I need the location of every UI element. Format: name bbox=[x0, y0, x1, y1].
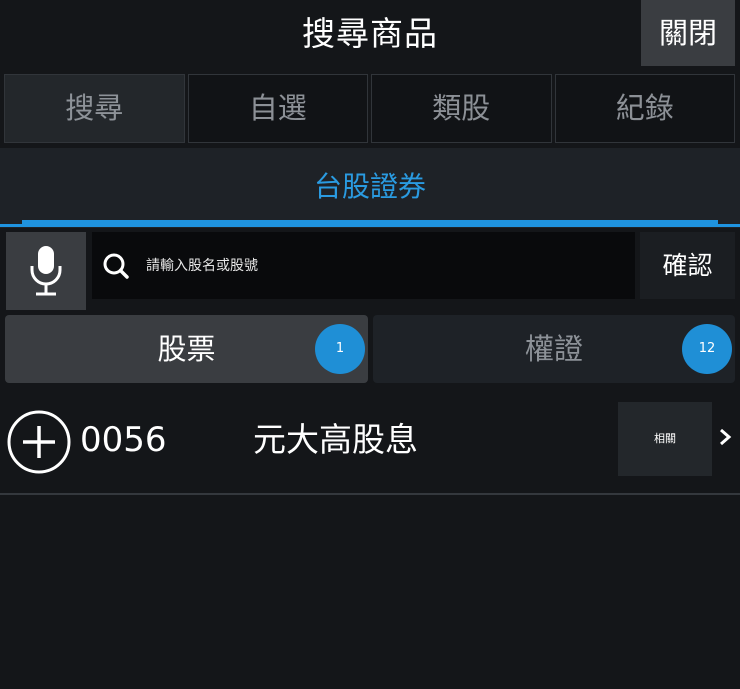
top-tabs: 搜尋 自選 類股 紀錄 bbox=[4, 74, 735, 143]
tab-history[interactable]: 紀錄 bbox=[554, 74, 735, 143]
tab-search[interactable]: 搜尋 bbox=[4, 74, 185, 143]
plus-circle-icon[interactable] bbox=[6, 409, 72, 475]
search-icon bbox=[103, 253, 129, 279]
warrant-count-badge: 12 bbox=[682, 324, 732, 374]
related-button[interactable]: 相關 bbox=[618, 402, 712, 476]
voice-search-button[interactable] bbox=[6, 232, 86, 310]
segment-warrant[interactable]: 權證 12 bbox=[373, 315, 735, 383]
stock-count-badge: 1 bbox=[315, 324, 365, 374]
chevron-right-icon[interactable] bbox=[718, 427, 732, 447]
tab-sector[interactable]: 類股 bbox=[371, 74, 552, 143]
header-bar: 搜尋商品 關閉 bbox=[0, 0, 740, 68]
market-divider bbox=[0, 224, 740, 227]
close-button[interactable]: 關閉 bbox=[641, 0, 735, 66]
segment-warrant-label: 權證 bbox=[524, 332, 583, 366]
confirm-button[interactable]: 確認 bbox=[640, 232, 735, 299]
page-title: 搜尋商品 bbox=[302, 14, 438, 53]
search-box bbox=[92, 232, 635, 299]
segment-stock[interactable]: 股票 1 bbox=[5, 315, 368, 383]
stock-name: 元大高股息 bbox=[253, 420, 418, 459]
market-tab-bar: 台股證券 bbox=[0, 148, 740, 228]
market-tab-tw-securities[interactable]: 台股證券 bbox=[0, 148, 740, 222]
search-input[interactable] bbox=[146, 232, 626, 299]
stock-code: 0056 bbox=[80, 420, 167, 460]
tab-watchlist[interactable]: 自選 bbox=[187, 74, 368, 143]
row-divider bbox=[0, 493, 740, 495]
segment-stock-label: 股票 bbox=[157, 332, 216, 366]
list-item[interactable]: 0056 元大高股息 相關 bbox=[0, 400, 740, 492]
microphone-icon bbox=[30, 246, 62, 296]
search-product-screen: 搜尋商品 關閉 搜尋 自選 類股 紀錄 台股證券 確認 股票 1 權證 12 bbox=[0, 0, 740, 689]
